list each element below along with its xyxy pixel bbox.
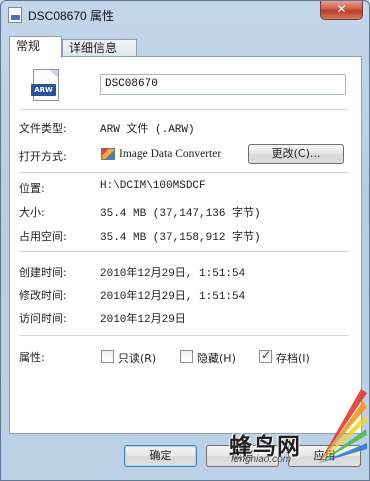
title-bar[interactable]: DSC08670 属性 ✕ xyxy=(1,1,369,29)
check-mark-icon: ✓ xyxy=(261,348,272,362)
image-data-converter-icon xyxy=(101,148,115,160)
opens-with-label: 打开方式: xyxy=(19,150,67,163)
checkbox-box[interactable]: ✓ xyxy=(259,348,272,363)
size-on-disk-value: 35.4 MB (37,158,912 字节) xyxy=(100,232,261,244)
page-fold xyxy=(50,70,58,78)
size-on-disk-label: 占用空间: xyxy=(19,230,67,243)
opens-with-value: Image Data Converter xyxy=(119,148,222,160)
ok-button[interactable]: 确定 xyxy=(124,445,197,467)
close-button[interactable]: ✕ xyxy=(320,1,363,20)
created-value: 2010年12月29日, 1:51:54 xyxy=(100,268,246,280)
change-program-button[interactable]: 更改(C)... xyxy=(248,144,344,164)
arw-file-icon: ARW xyxy=(31,69,61,103)
location-value: H:\DCIM\100MSDCF xyxy=(100,180,206,192)
tab-details[interactable]: 详细信息 xyxy=(62,39,137,57)
hidden-label: 隐藏(H) xyxy=(197,352,236,365)
created-label: 创建时间: xyxy=(19,266,67,279)
apply-button[interactable]: 应用 xyxy=(288,445,361,467)
file-properties-icon xyxy=(8,7,22,23)
archive-label: 存档(I) xyxy=(276,352,310,365)
modified-label: 修改时间: xyxy=(19,289,67,302)
tab-general[interactable]: 常规 xyxy=(9,36,62,58)
checkbox-box[interactable] xyxy=(101,350,114,363)
size-value: 35.4 MB (37,147,136 字节) xyxy=(100,208,261,220)
arw-badge: ARW xyxy=(31,84,56,96)
window-title: DSC08670 属性 xyxy=(28,9,115,23)
location-label: 位置: xyxy=(19,182,45,195)
divider xyxy=(19,251,349,252)
cancel-button[interactable]: 取消 xyxy=(206,445,279,467)
general-tab-panel: ARW DSC08670 文件类型: ARW 文件 (.ARW) 打开方式: I… xyxy=(9,56,362,434)
attributes-label: 属性: xyxy=(19,351,45,364)
readonly-label: 只读(R) xyxy=(118,352,157,365)
properties-dialog: DSC08670 属性 ✕ 常规 详细信息 ARW DSC08670 文件类型:… xyxy=(0,0,370,481)
modified-value: 2010年12月29日, 1:51:54 xyxy=(100,291,246,303)
divider xyxy=(19,172,349,173)
accessed-label: 访问时间: xyxy=(19,312,67,325)
checkbox-box[interactable] xyxy=(180,350,193,363)
file-name-input[interactable]: DSC08670 xyxy=(100,74,346,95)
accessed-value: 2010年12月29日 xyxy=(100,314,186,326)
size-label: 大小: xyxy=(19,206,45,219)
file-type-value: ARW 文件 (.ARW) xyxy=(100,124,195,136)
divider xyxy=(19,109,349,110)
file-type-label: 文件类型: xyxy=(19,122,67,135)
divider xyxy=(19,335,349,336)
